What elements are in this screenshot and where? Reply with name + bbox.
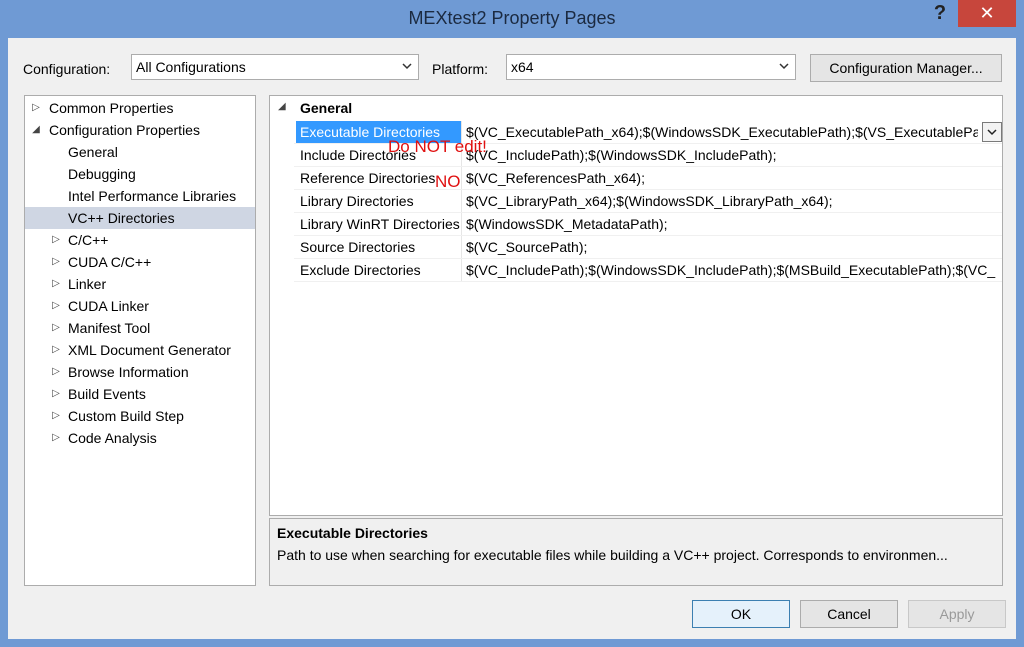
collapse-icon[interactable]: ◢ — [31, 119, 41, 141]
expand-icon[interactable]: ▷ — [51, 361, 61, 383]
tree-item-label: General — [68, 144, 118, 160]
property-value[interactable]: $(VC_IncludePath);$(WindowsSDK_IncludePa… — [466, 144, 1002, 166]
close-button[interactable]: ✕ — [958, 0, 1016, 27]
description-title: Executable Directories — [277, 525, 428, 541]
annotation-no: NO — [435, 172, 461, 191]
help-button[interactable]: ? — [926, 2, 954, 28]
tree-item-code-analysis[interactable]: ▷ Code Analysis — [25, 427, 255, 449]
expand-icon[interactable]: ▷ — [51, 427, 61, 449]
expand-icon[interactable]: ▷ — [51, 273, 61, 295]
tree-item-label: Debugging — [68, 166, 136, 182]
property-value[interactable]: $(VC_SourcePath); — [466, 236, 1002, 258]
tree-item-label: Browse Information — [68, 364, 189, 380]
tree-item-label: XML Document Generator — [68, 342, 231, 358]
tree-item-configuration-properties[interactable]: ◢ Configuration Properties — [25, 119, 255, 141]
tree-item-label: CUDA Linker — [68, 298, 149, 314]
tree-item-manifest-tool[interactable]: ▷ Manifest Tool — [25, 317, 255, 339]
close-icon: ✕ — [979, 3, 995, 23]
property-value[interactable]: $(WindowsSDK_MetadataPath); — [466, 213, 1002, 235]
property-name[interactable]: Library WinRT Directories — [296, 213, 462, 235]
tree-item-common-properties[interactable]: ▷ Common Properties — [25, 97, 255, 119]
tree-item-label: Linker — [68, 276, 107, 292]
collapse-icon[interactable]: ◢ — [278, 101, 286, 112]
property-value[interactable]: $(VC_ExecutablePath_x64);$(WindowsSDK_Ex… — [466, 121, 978, 143]
tree-item-label: Manifest Tool — [68, 320, 151, 336]
chevron-down-icon — [400, 55, 414, 79]
tree-item-custom-build-step[interactable]: ▷ Custom Build Step — [25, 405, 255, 427]
expand-icon[interactable]: ▷ — [31, 97, 41, 119]
configuration-manager-button[interactable]: Configuration Manager... — [810, 54, 1002, 82]
title-bar[interactable]: MEXtest2 Property Pages ? ✕ — [0, 0, 1024, 38]
chevron-down-icon — [777, 55, 791, 79]
chevron-down-icon — [987, 129, 997, 136]
tree-item-build-events[interactable]: ▷ Build Events — [25, 383, 255, 405]
property-name[interactable]: Library Directories — [296, 190, 462, 212]
tree-item-xml-document-generator[interactable]: ▷ XML Document Generator — [25, 339, 255, 361]
tree-item-debugging[interactable]: Debugging — [25, 163, 255, 185]
property-row-library-winrt-directories[interactable]: Library WinRT Directories $(WindowsSDK_M… — [294, 213, 1002, 236]
expand-icon[interactable]: ▷ — [51, 251, 61, 273]
property-value[interactable]: $(VC_IncludePath);$(WindowsSDK_IncludePa… — [466, 259, 1002, 281]
platform-label: Platform: — [432, 61, 489, 77]
property-row-exclude-directories[interactable]: Exclude Directories $(VC_IncludePath);$(… — [294, 259, 1002, 282]
grid-gutter — [270, 96, 294, 282]
expand-icon[interactable]: ▷ — [51, 229, 61, 251]
tree-item-intel-performance-libraries[interactable]: Intel Performance Libraries — [25, 185, 255, 207]
property-value[interactable]: $(VC_ReferencesPath_x64); — [466, 167, 1002, 189]
configuration-value: All Configurations — [136, 59, 246, 75]
property-row-library-directories[interactable]: Library Directories $(VC_LibraryPath_x64… — [294, 190, 1002, 213]
tree-item-label: Custom Build Step — [68, 408, 184, 424]
property-pages-window: MEXtest2 Property Pages ? ✕ Configuratio… — [0, 0, 1024, 647]
description-text: Path to use when searching for executabl… — [277, 547, 948, 563]
property-row-reference-directories[interactable]: Reference Directories $(VC_ReferencesPat… — [294, 167, 1002, 190]
platform-combo[interactable]: x64 — [506, 54, 796, 80]
window-title: MEXtest2 Property Pages — [408, 8, 616, 28]
property-row-source-directories[interactable]: Source Directories $(VC_SourcePath); — [294, 236, 1002, 259]
property-value[interactable]: $(VC_LibraryPath_x64);$(WindowsSDK_Libra… — [466, 190, 1002, 212]
property-tree[interactable]: ▷ Common Properties ◢ Configuration Prop… — [24, 95, 256, 586]
property-name[interactable]: Source Directories — [296, 236, 462, 258]
value-dropdown-button[interactable] — [982, 122, 1002, 142]
platform-value: x64 — [511, 59, 534, 75]
description-panel: Executable Directories Path to use when … — [269, 518, 1003, 586]
expand-icon[interactable]: ▷ — [51, 405, 61, 427]
cancel-button[interactable]: Cancel — [800, 600, 898, 628]
tree-item-label: VC++ Directories — [68, 210, 175, 226]
tree-item-label: Build Events — [68, 386, 146, 402]
tree-item-general[interactable]: General — [25, 141, 255, 163]
tree-item-vc-directories[interactable]: VC++ Directories — [25, 207, 255, 229]
tree-item-label: C/C++ — [68, 232, 109, 248]
configuration-combo[interactable]: All Configurations — [131, 54, 419, 80]
tree-item-cuda-c-cpp[interactable]: ▷ CUDA C/C++ — [25, 251, 255, 273]
expand-icon[interactable]: ▷ — [51, 383, 61, 405]
configuration-label: Configuration: — [23, 61, 111, 77]
tree-item-label: Configuration Properties — [49, 122, 200, 138]
expand-icon[interactable]: ▷ — [51, 339, 61, 361]
expand-icon[interactable]: ▷ — [51, 295, 61, 317]
tree-item-linker[interactable]: ▷ Linker — [25, 273, 255, 295]
ok-button[interactable]: OK — [692, 600, 790, 628]
tree-item-label: Intel Performance Libraries — [68, 188, 237, 204]
tree-item-cuda-linker[interactable]: ▷ CUDA Linker — [25, 295, 255, 317]
category-header: General — [300, 100, 353, 116]
expand-icon[interactable]: ▷ — [51, 317, 61, 339]
apply-button[interactable]: Apply — [908, 600, 1006, 628]
tree-item-c-cpp[interactable]: ▷ C/C++ — [25, 229, 255, 251]
tree-item-label: Code Analysis — [68, 430, 157, 446]
tree-item-label: CUDA C/C++ — [68, 254, 152, 270]
property-grid[interactable]: ◢ General Executable Directories $(VC_Ex… — [269, 95, 1003, 516]
tree-item-label: Common Properties — [49, 100, 174, 116]
annotation-do-not-edit: Do NOT edit! — [388, 137, 487, 156]
tree-item-browse-information[interactable]: ▷ Browse Information — [25, 361, 255, 383]
property-name[interactable]: Exclude Directories — [296, 259, 462, 281]
dialog-client-area: Configuration: All Configurations Platfo… — [8, 38, 1016, 639]
